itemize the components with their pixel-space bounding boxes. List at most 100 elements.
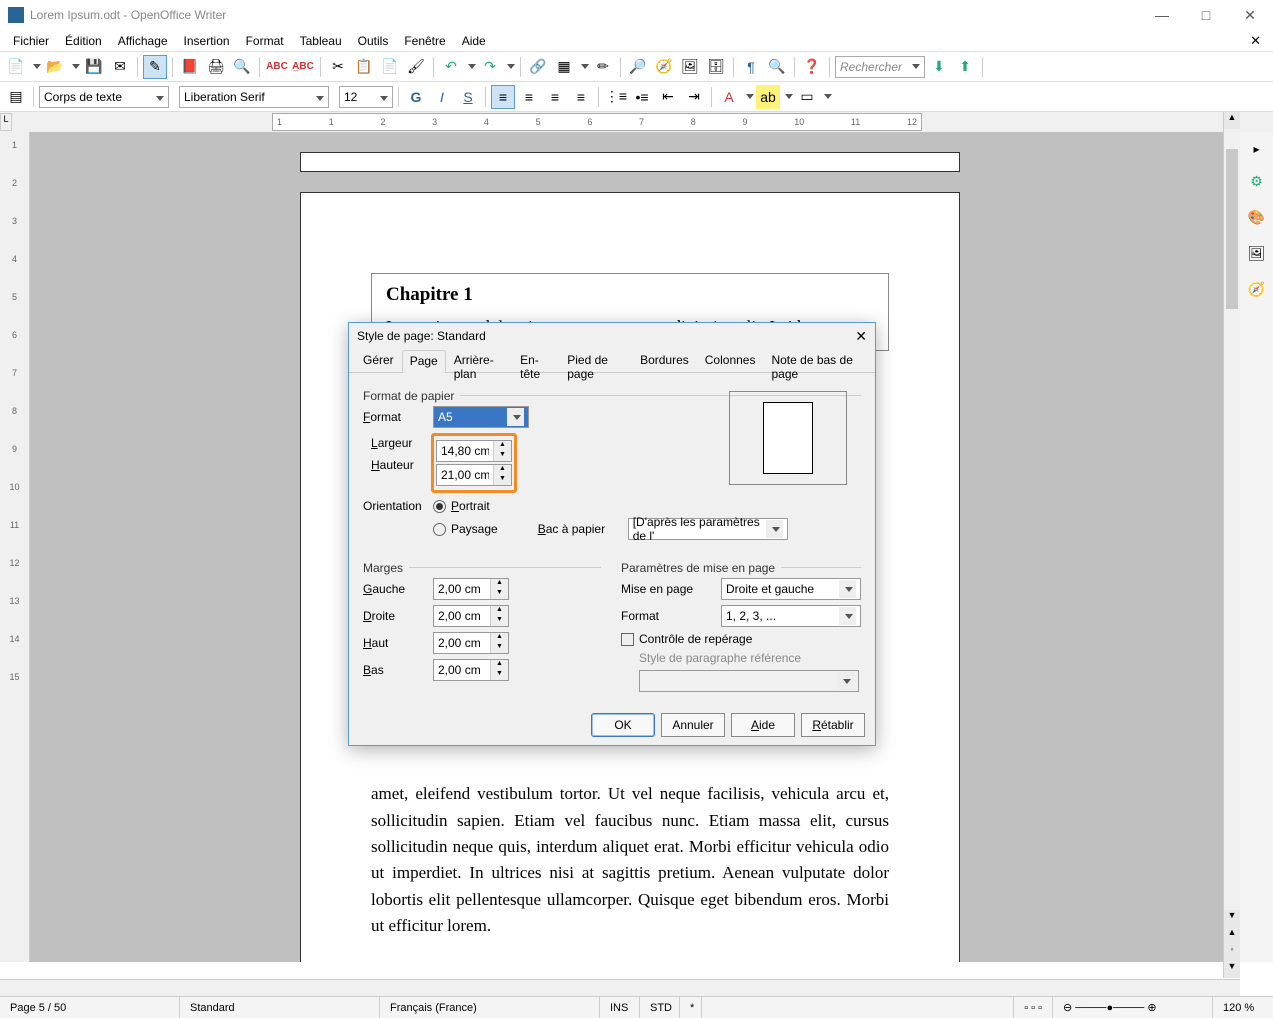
dialog-titlebar[interactable]: Style de page: Standard ✕ <box>349 323 875 349</box>
status-zoom[interactable]: 120 % <box>1213 997 1273 1018</box>
highlight-dropdown[interactable] <box>785 94 793 99</box>
tray-select[interactable]: [D'après les paramètres de l' <box>628 518 788 540</box>
bg-color-icon[interactable]: ▭ <box>795 85 819 109</box>
paragraph-2[interactable]: amet, eleifend vestibulum tortor. Ut vel… <box>371 781 889 939</box>
spellcheck-icon[interactable]: ABC <box>265 55 289 79</box>
minimize-button[interactable]: — <box>1147 7 1177 24</box>
font-color-icon[interactable]: A <box>717 85 741 109</box>
numfmt-select[interactable]: 1, 2, 3, ... <box>721 605 861 627</box>
menu-fenetre[interactable]: Fenêtre <box>397 32 452 50</box>
vertical-ruler[interactable]: 123456789101112131415 <box>0 132 30 962</box>
horizontal-ruler[interactable]: 1123456789101112 <box>272 113 922 131</box>
open-icon[interactable]: 📂 <box>43 55 67 79</box>
underline-icon[interactable]: S <box>456 85 480 109</box>
height-input[interactable] <box>437 465 493 485</box>
align-left-icon[interactable]: ≡ <box>491 85 515 109</box>
tab-arriere-plan[interactable]: Arrière-plan <box>446 349 512 372</box>
margin-right-spin[interactable]: ▲▼ <box>433 605 509 627</box>
copy-icon[interactable]: 📋 <box>352 55 376 79</box>
tab-colonnes[interactable]: Colonnes <box>697 349 764 372</box>
show-draw-icon[interactable]: ✏ <box>591 55 615 79</box>
height-spin[interactable]: ▲▼ <box>436 464 512 486</box>
align-justify-icon[interactable]: ≡ <box>569 85 593 109</box>
cut-icon[interactable]: ✂ <box>326 55 350 79</box>
open-dropdown[interactable] <box>72 64 80 69</box>
status-zoom-slider[interactable]: ⊖ ────●──── ⊕ <box>1053 997 1213 1018</box>
menu-insertion[interactable]: Insertion <box>177 32 237 50</box>
font-size-combo[interactable]: 12 <box>339 86 393 108</box>
font-color-dropdown[interactable] <box>746 94 754 99</box>
auto-spellcheck-icon[interactable]: A̲BC <box>291 55 315 79</box>
help-icon[interactable]: ❓ <box>800 55 824 79</box>
status-style[interactable]: Standard <box>180 997 380 1018</box>
align-right-icon[interactable]: ≡ <box>543 85 567 109</box>
maximize-button[interactable]: □ <box>1191 7 1221 24</box>
margin-bottom-spin[interactable]: ▲▼ <box>433 659 509 681</box>
undo-icon[interactable]: ↶ <box>439 55 463 79</box>
tab-pied[interactable]: Pied de page <box>559 349 632 372</box>
bg-color-dropdown[interactable] <box>824 94 832 99</box>
tab-entete[interactable]: En-tête <box>512 349 559 372</box>
status-page[interactable]: Page 5 / 50 <box>0 997 180 1018</box>
menu-tableau[interactable]: Tableau <box>293 32 349 50</box>
margin-left-spin[interactable]: ▲▼ <box>433 578 509 600</box>
redo-dropdown[interactable] <box>507 64 515 69</box>
italic-icon[interactable]: I <box>430 85 454 109</box>
status-lang[interactable]: Français (France) <box>380 997 600 1018</box>
tab-note-bas[interactable]: Note de bas de page <box>763 349 869 372</box>
find-icon[interactable]: 🔎 <box>626 55 650 79</box>
sidebar-navigator-icon[interactable]: 🧭 <box>1246 278 1268 300</box>
bold-icon[interactable]: G <box>404 85 428 109</box>
edit-mode-icon[interactable]: ✎ <box>143 55 167 79</box>
export-pdf-icon[interactable]: 📕 <box>178 55 202 79</box>
close-button[interactable]: ✕ <box>1235 7 1265 24</box>
paragraph-style-combo[interactable]: Corps de texte <box>39 86 169 108</box>
gallery-icon[interactable]: 🖼 <box>678 55 702 79</box>
new-doc-dropdown[interactable] <box>33 64 41 69</box>
cancel-button[interactable]: Annuler <box>661 713 725 737</box>
document-close-button[interactable]: ✕ <box>1244 33 1267 49</box>
print-preview-icon[interactable]: 🔍 <box>230 55 254 79</box>
help-button[interactable]: Aide <box>731 713 795 737</box>
hyperlink-icon[interactable]: 🔗 <box>526 55 550 79</box>
layout-select[interactable]: Droite et gauche <box>721 578 861 600</box>
decrease-indent-icon[interactable]: ⇤ <box>656 85 680 109</box>
margin-top-spin[interactable]: ▲▼ <box>433 632 509 654</box>
nonprinting-icon[interactable]: ¶ <box>739 55 763 79</box>
navigator-icon[interactable]: 🧭 <box>652 55 676 79</box>
width-spin[interactable]: ▲▼ <box>436 440 512 462</box>
paysage-radio[interactable] <box>433 523 446 536</box>
sidebar-gallery-icon[interactable]: 🖼 <box>1246 242 1268 264</box>
heading[interactable]: Chapitre 1 <box>386 284 874 306</box>
zoom-icon[interactable]: 🔍 <box>765 55 789 79</box>
print-icon[interactable]: 🖨 <box>204 55 228 79</box>
format-paintbrush-icon[interactable]: 🖌 <box>404 55 428 79</box>
undo-dropdown[interactable] <box>468 64 476 69</box>
tab-bordures[interactable]: Bordures <box>632 349 697 372</box>
menu-outils[interactable]: Outils <box>351 32 396 50</box>
menu-format[interactable]: Format <box>239 32 291 50</box>
redo-icon[interactable]: ↷ <box>478 55 502 79</box>
table-icon[interactable]: ▦ <box>552 55 576 79</box>
horizontal-scrollbar[interactable] <box>0 979 1240 996</box>
tab-gerer[interactable]: Gérer <box>355 349 402 372</box>
sidebar-styles-icon[interactable]: 🎨 <box>1246 206 1268 228</box>
dialog-close-icon[interactable]: ✕ <box>855 328 867 345</box>
find-next-icon[interactable]: ⬇ <box>927 55 951 79</box>
save-icon[interactable]: 💾 <box>82 55 106 79</box>
datasources-icon[interactable]: 🗄 <box>704 55 728 79</box>
reset-button[interactable]: Rétablir <box>801 713 865 737</box>
vertical-scrollbar[interactable]: ▲ ▼ ▲ ◦ ▼ <box>1223 112 1240 978</box>
paste-icon[interactable]: 📄 <box>378 55 402 79</box>
menu-fichier[interactable]: Fichier <box>6 32 56 50</box>
status-modified[interactable]: * <box>680 997 702 1018</box>
width-input[interactable] <box>437 441 493 461</box>
find-toolbar-input[interactable]: Rechercher <box>835 56 925 78</box>
portrait-radio[interactable] <box>433 500 446 513</box>
status-ins[interactable]: INS <box>600 997 640 1018</box>
menu-affichage[interactable]: Affichage <box>111 32 175 50</box>
email-icon[interactable]: ✉ <box>108 55 132 79</box>
format-select[interactable]: A5 <box>433 406 529 428</box>
align-center-icon[interactable]: ≡ <box>517 85 541 109</box>
font-name-combo[interactable]: Liberation Serif <box>179 86 329 108</box>
